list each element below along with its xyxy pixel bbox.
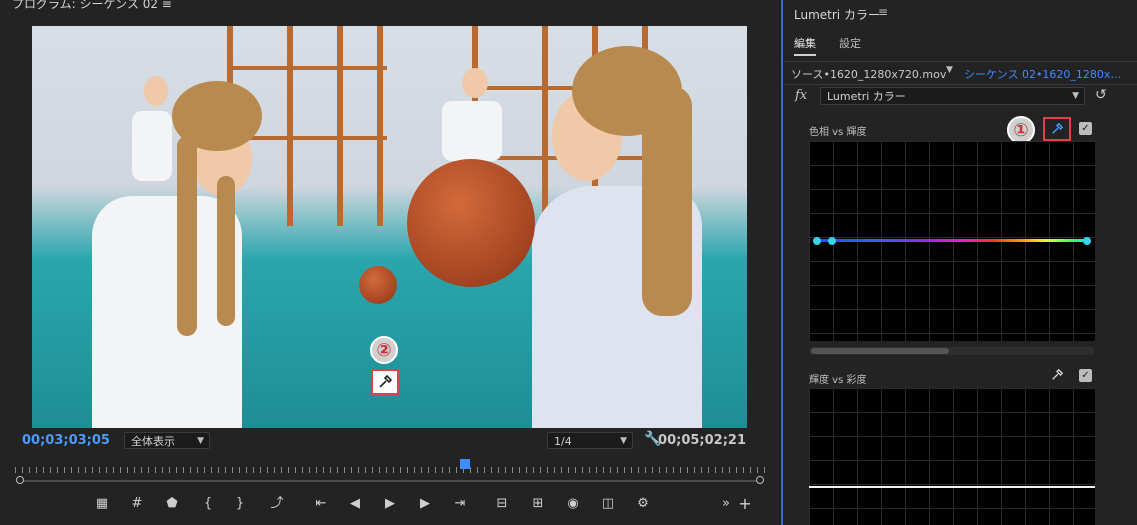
source-sequence-bar: ソース•1620_1280x720.mov ▼ シーケンス 02•1620_12… — [783, 61, 1137, 85]
luma-vs-sat-label: 輝度 vs 彩度 — [809, 375, 867, 386]
zoom-level-select[interactable]: 全体表示 ▼ — [124, 432, 210, 449]
hue-vs-luma-curve[interactable] — [809, 141, 1095, 341]
step-forward-icon[interactable]: ▶ — [415, 494, 435, 514]
panel-title: Lumetri カラー — [794, 8, 880, 22]
curve-scrollbar[interactable] — [809, 347, 1095, 355]
chevron-down-icon: ▼ — [197, 436, 204, 446]
transport-controls: ▦ # ⬟ { } ⤴ ⇤ ◀ ▶ ▶ ⇥ ⊟ ⊞ ◉ ◫ ⚙ » + — [0, 494, 779, 516]
chevron-down-icon[interactable]: ▼ — [946, 65, 953, 75]
chevron-down-icon: ▼ — [1072, 91, 1079, 101]
effect-select[interactable]: Lumetri カラー ▼ — [820, 87, 1085, 105]
add-marker-filmstrip-icon[interactable]: ▦ — [92, 494, 112, 514]
compare-view-icon[interactable]: ◫ — [598, 494, 618, 514]
time-ruler[interactable] — [15, 459, 765, 475]
program-monitor: プログラム: シーケンス 02 ≡ ② 00;03;03;05 全体表示 ▼ 1… — [0, 0, 779, 525]
curve-control-point[interactable] — [1083, 237, 1091, 245]
hue-curve-line — [817, 239, 1087, 242]
luma-vs-sat-enable-checkbox[interactable]: ✓ — [1079, 369, 1092, 382]
mark-out-icon[interactable]: } — [230, 494, 250, 514]
eyedropper-icon[interactable] — [1043, 117, 1071, 141]
playback-resolution-select[interactable]: 1/4 ▼ — [547, 432, 633, 449]
monitor-title: プログラム: シーケンス 02 ≡ — [12, 0, 172, 11]
hue-vs-luma-enable-checkbox[interactable]: ✓ — [1079, 122, 1092, 135]
tab-edit[interactable]: 編集 — [794, 35, 816, 56]
current-timecode[interactable]: 00;03;03;05 — [22, 433, 110, 448]
scroll-start-handle[interactable] — [16, 476, 24, 484]
add-marker-icon[interactable]: ⬟ — [162, 494, 182, 514]
button-editor-plus-icon[interactable]: + — [735, 494, 755, 514]
hue-vs-luma-label: 色相 vs 輝度 — [809, 127, 867, 138]
reset-icon[interactable]: ↺ — [1095, 87, 1107, 103]
go-to-in-icon[interactable]: ⇤ — [311, 494, 331, 514]
safe-margins-icon[interactable]: # — [127, 494, 147, 514]
tab-settings[interactable]: 設定 — [839, 35, 861, 51]
source-clip-label[interactable]: ソース•1620_1280x720.mov — [791, 66, 946, 82]
camera-icon[interactable]: ◉ — [563, 494, 583, 514]
sequence-clip-label[interactable]: シーケンス 02•1620_1280x… — [964, 66, 1124, 82]
play-icon[interactable]: ▶ — [380, 494, 400, 514]
export-icon[interactable]: ⤴ — [267, 494, 287, 514]
insert-icon[interactable]: ⊟ — [492, 494, 512, 514]
fx-icon[interactable]: fx — [795, 88, 807, 103]
mark-in-icon[interactable]: { — [198, 494, 218, 514]
zoom-scrollbar[interactable] — [16, 476, 764, 484]
playhead-marker[interactable] — [460, 459, 470, 469]
go-to-out-icon[interactable]: ⇥ — [450, 494, 470, 514]
scroll-end-handle[interactable] — [756, 476, 764, 484]
more-buttons-icon[interactable]: » — [716, 494, 736, 514]
scrollbar-thumb[interactable] — [811, 348, 949, 354]
video-frame[interactable]: ② — [32, 26, 747, 428]
sat-curve-line — [809, 486, 1095, 488]
callout-1-badge: ① — [1007, 116, 1035, 144]
effect-row: fx Lumetri カラー ▼ ↺ — [783, 87, 1137, 107]
eyedropper-cursor-icon — [371, 369, 399, 395]
curve-control-point[interactable] — [828, 237, 836, 245]
lumetri-color-panel: Lumetri カラー ≡ 編集 設定 ソース•1620_1280x720.mo… — [781, 0, 1137, 525]
panel-menu-icon[interactable]: ≡ — [878, 5, 888, 19]
step-back-icon[interactable]: ◀ — [345, 494, 365, 514]
callout-2-badge: ② — [370, 336, 398, 364]
duration-timecode: 00;05;02;21 — [658, 433, 746, 448]
chevron-down-icon: ▼ — [620, 436, 627, 446]
overwrite-icon[interactable]: ⊞ — [528, 494, 548, 514]
eyedropper-icon[interactable] — [1049, 367, 1065, 383]
curve-control-point[interactable] — [813, 237, 821, 245]
multicam-icon[interactable]: ⚙ — [633, 494, 653, 514]
luma-vs-sat-curve[interactable] — [809, 388, 1095, 525]
